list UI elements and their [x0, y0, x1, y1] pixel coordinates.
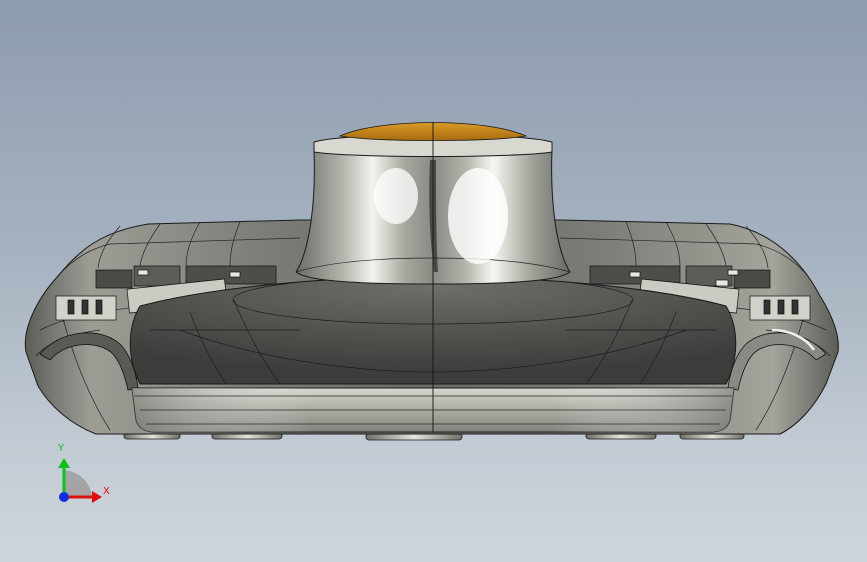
3d-model-view[interactable] [0, 0, 867, 562]
cad-viewport[interactable]: Y X [0, 0, 867, 562]
x-axis-label: X [103, 486, 110, 497]
triad-rotation-arc [64, 470, 92, 497]
z-axis-dot [59, 492, 69, 502]
coordinate-triad[interactable] [58, 458, 102, 503]
specular-highlight-right [448, 168, 508, 264]
specular-highlight-left [374, 168, 418, 224]
y-axis-label: Y [58, 443, 65, 454]
